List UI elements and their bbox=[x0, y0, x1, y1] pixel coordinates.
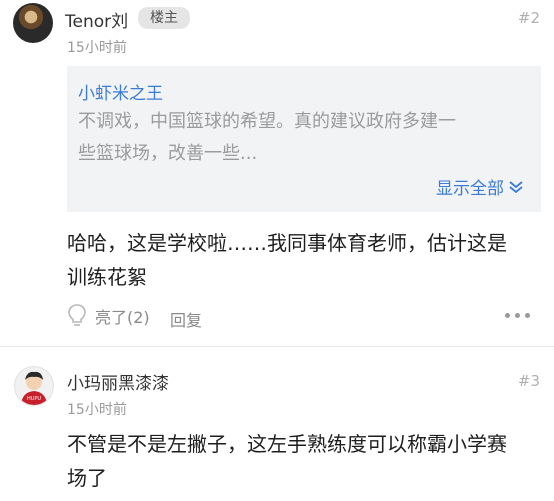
like-count-label: 亮了(2) bbox=[95, 308, 150, 327]
post-content-line-1: 不管是不是左撇子，这左手熟练度可以称霸小学赛 bbox=[67, 432, 507, 456]
post-content-line-2: 训练花絮 bbox=[67, 265, 147, 289]
avatar[interactable]: HUPU bbox=[14, 366, 54, 406]
floor-number: #3 bbox=[517, 372, 540, 390]
double-chevron-down-icon bbox=[509, 180, 523, 193]
post-content-line-1: 哈哈，这是学校啦……我同事体育老师，估计这是 bbox=[67, 231, 507, 255]
default-avatar-icon: HUPU bbox=[21, 371, 47, 405]
reply-button[interactable]: 回复 bbox=[170, 307, 202, 331]
op-badge: 楼主 bbox=[138, 7, 190, 29]
post-content-line-2: 场了 bbox=[67, 466, 107, 490]
quoted-text-line-2: 些篮球场，改善一些... bbox=[78, 143, 258, 164]
post-time: 15小时前 bbox=[67, 402, 127, 418]
show-all-button[interactable]: 显示全部 bbox=[436, 174, 524, 199]
quoted-author[interactable]: 小虾米之王 bbox=[78, 79, 163, 104]
author-name[interactable]: 小玛丽黑漆漆 bbox=[67, 369, 169, 394]
quoted-reply[interactable]: 小虾米之王 不调戏，中国篮球的希望。真的建议政府多建一 些篮球场，改善一些...… bbox=[67, 66, 541, 212]
more-options-icon[interactable] bbox=[505, 313, 530, 318]
svg-text:HUPU: HUPU bbox=[27, 396, 41, 402]
quoted-text-line-1: 不调戏，中国篮球的希望。真的建议政府多建一 bbox=[78, 111, 456, 132]
post-divider bbox=[0, 346, 554, 347]
show-all-label: 显示全部 bbox=[436, 179, 504, 199]
post-time: 15小时前 bbox=[67, 40, 127, 56]
avatar[interactable] bbox=[13, 3, 53, 43]
lightbulb-icon bbox=[68, 304, 86, 326]
floor-number: #2 bbox=[517, 9, 540, 27]
like-button[interactable]: 亮了(2) bbox=[67, 303, 150, 329]
author-name[interactable]: Tenor刘 bbox=[65, 7, 128, 32]
